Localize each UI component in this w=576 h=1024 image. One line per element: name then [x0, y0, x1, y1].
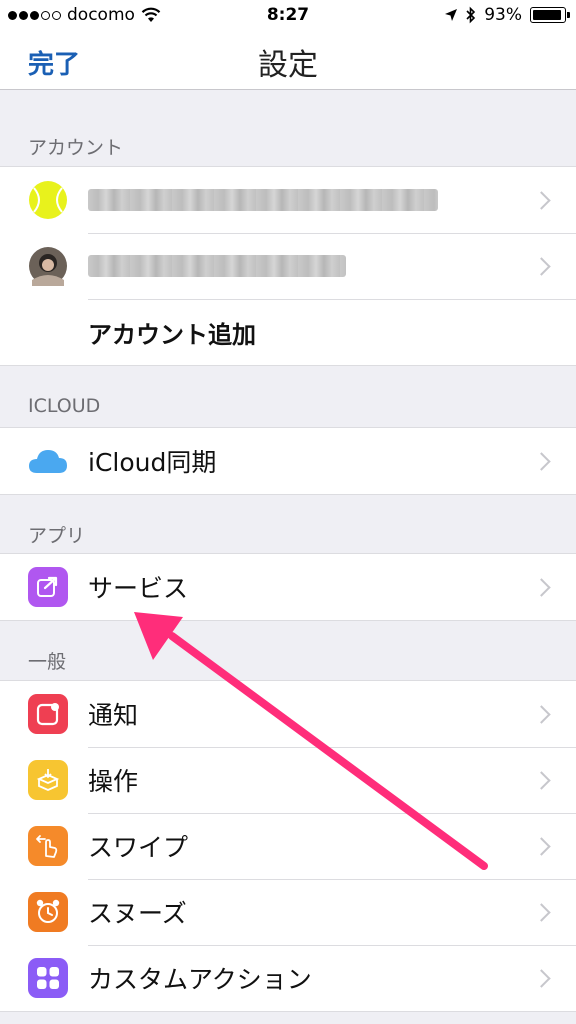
chevron-right-icon: [532, 256, 551, 276]
icloud-icon: [28, 441, 68, 481]
battery-fill: [533, 10, 561, 20]
notifications-label: 通知: [88, 701, 139, 730]
icloud-sync-row[interactable]: iCloud同期: [0, 428, 576, 494]
navigation-bar: 完了 設定: [0, 30, 576, 90]
account-group: アカウント追加: [0, 166, 576, 366]
swipe-hand-icon: [28, 826, 68, 866]
snooze-label: スヌーズ: [88, 899, 187, 928]
icloud-sync-label: iCloud同期: [88, 448, 217, 477]
alarm-clock-icon: [28, 892, 68, 932]
location-icon: [445, 9, 458, 21]
bluetooth-icon: [466, 6, 476, 24]
icloud-group: iCloud同期: [0, 427, 576, 495]
chevron-right-icon: [532, 577, 551, 597]
actions-label: 操作: [88, 767, 139, 796]
redacted-account-email: [88, 255, 346, 277]
account-row-2[interactable]: [0, 233, 576, 299]
account-row-1[interactable]: [0, 167, 576, 233]
section-header-account: アカウント: [28, 137, 124, 159]
status-right: 93%: [444, 5, 570, 25]
swipe-label: スワイプ: [88, 833, 189, 862]
notification-icon: [28, 694, 68, 734]
chevron-right-icon: [532, 451, 551, 471]
battery-percent: 93%: [484, 5, 522, 25]
chevron-right-icon: [532, 902, 551, 922]
swipe-row[interactable]: スワイプ: [0, 813, 576, 879]
add-account-label: アカウント追加: [88, 320, 256, 349]
tennis-ball-avatar-icon: [28, 180, 68, 220]
snooze-row[interactable]: スヌーズ: [0, 879, 576, 945]
grid-icon: [28, 958, 68, 998]
custom-actions-label: カスタムアクション: [88, 965, 312, 994]
battery-icon: [530, 7, 570, 23]
section-header-apps: アプリ: [28, 525, 86, 547]
notifications-row[interactable]: 通知: [0, 681, 576, 747]
apps-group: サービス: [0, 553, 576, 621]
action-box-icon: [28, 760, 68, 800]
add-account-row[interactable]: アカウント追加: [0, 299, 576, 365]
section-header-icloud: ICLOUD: [28, 395, 101, 417]
chevron-right-icon: [532, 968, 551, 988]
page-title: 設定: [258, 48, 318, 83]
custom-actions-row[interactable]: カスタムアクション: [0, 945, 576, 1011]
services-row[interactable]: サービス: [0, 554, 576, 620]
avatar: [28, 246, 68, 286]
chevron-right-icon: [532, 770, 551, 790]
share-icon: [28, 567, 68, 607]
services-label: サービス: [88, 574, 189, 603]
status-bar: docomo 8:27 93%: [0, 0, 576, 30]
chevron-right-icon: [532, 836, 551, 856]
chevron-right-icon: [532, 704, 551, 724]
actions-row[interactable]: 操作: [0, 747, 576, 813]
chevron-right-icon: [532, 190, 551, 210]
section-header-general: 一般: [28, 651, 67, 673]
redacted-account-email: [88, 189, 438, 211]
general-group: 通知 操作 スワイプ スヌーズ カスタムアクション: [0, 680, 576, 1012]
